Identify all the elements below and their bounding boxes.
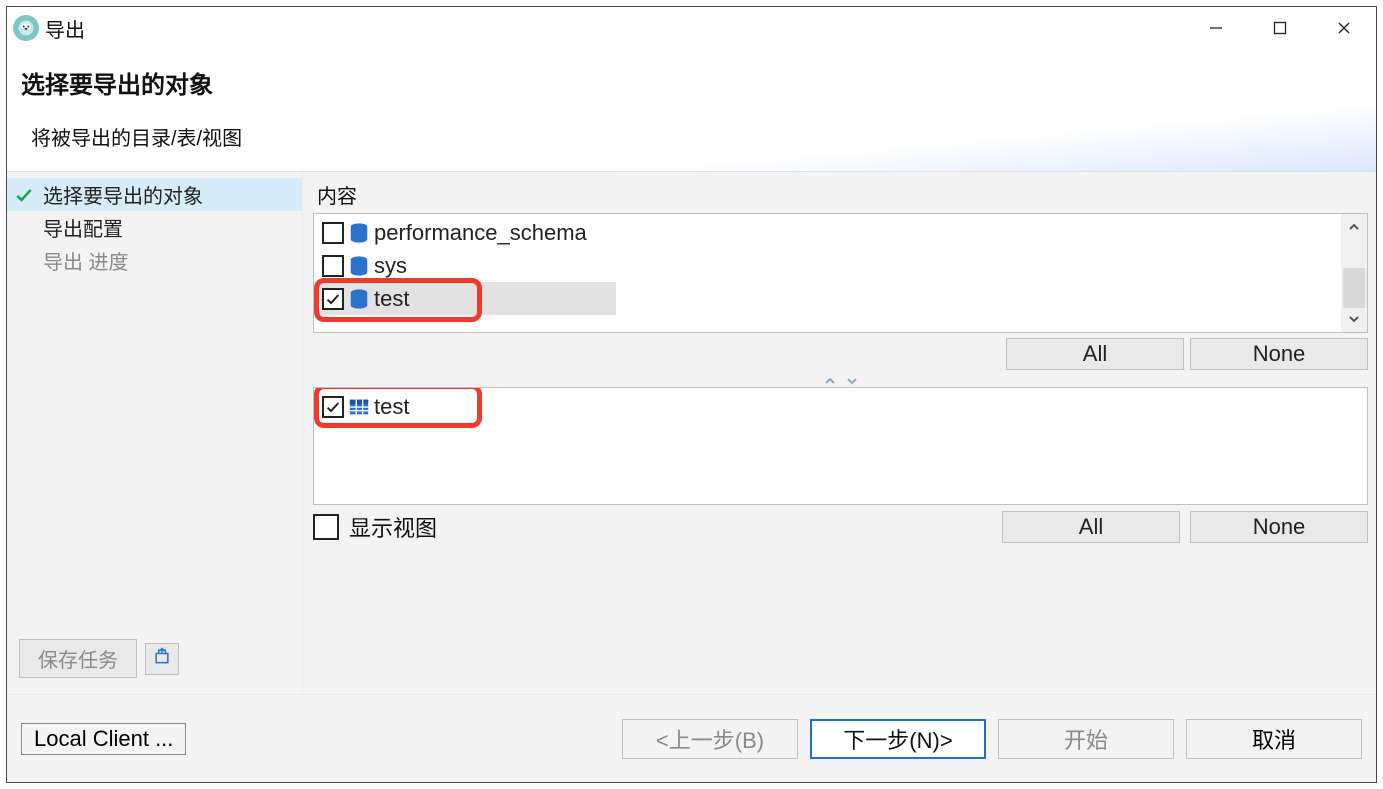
db-row-test[interactable]: test [316, 282, 616, 315]
db-name: sys [374, 253, 407, 279]
window-controls [1184, 7, 1376, 49]
database-icon [348, 288, 370, 310]
show-views-label: 显示视图 [349, 511, 437, 543]
checkmark-icon [11, 185, 37, 205]
step-select-objects[interactable]: 选择要导出的对象 [7, 178, 302, 211]
scrollbar[interactable] [1341, 214, 1367, 332]
step-label: 导出配置 [43, 213, 123, 242]
content-label: 内容 [317, 180, 1368, 209]
maximize-button[interactable] [1248, 7, 1312, 49]
table-row-test[interactable]: test [316, 390, 1341, 423]
local-client-button[interactable]: Local Client ... [21, 723, 186, 755]
scroll-up-icon[interactable] [1341, 214, 1367, 240]
wizard-subtitle: 将被导出的目录/表/视图 [31, 122, 1362, 151]
db-name: performance_schema [374, 220, 587, 246]
show-views-checkbox[interactable] [313, 514, 339, 540]
db-select-all-button[interactable]: All [1006, 338, 1184, 370]
scroll-down-icon[interactable] [1341, 306, 1367, 332]
table-select-all-button[interactable]: All [1002, 511, 1180, 543]
step-label: 导出 进度 [43, 246, 129, 275]
step-label: 选择要导出的对象 [43, 180, 203, 209]
table-name: test [374, 394, 409, 420]
cancel-button[interactable]: 取消 [1186, 719, 1362, 759]
wizard-sidebar: 选择要导出的对象 导出配置 导出 进度 保存任务 [7, 172, 303, 694]
app-icon [13, 15, 39, 41]
wizard-header: 选择要导出的对象 将被导出的目录/表/视图 [7, 49, 1376, 171]
step-export-progress: 导出 进度 [7, 244, 302, 277]
titlebar: 导出 [7, 7, 1376, 49]
show-views-row: 显示视图 All None [313, 505, 1368, 549]
database-icon [348, 255, 370, 277]
minimize-button[interactable] [1184, 7, 1248, 49]
db-name: test [374, 286, 409, 312]
table-select-none-button[interactable]: None [1190, 511, 1368, 543]
checkbox[interactable] [322, 396, 344, 418]
db-row-sys[interactable]: sys [316, 249, 1341, 282]
sidebar-footer: 保存任务 [19, 639, 179, 678]
wizard-title: 选择要导出的对象 [21, 65, 1362, 100]
back-button[interactable]: <上一步(B) [622, 719, 798, 759]
next-button[interactable]: 下一步(N)> [810, 719, 986, 759]
db-select-none-button[interactable]: None [1190, 338, 1368, 370]
checkbox[interactable] [322, 255, 344, 277]
database-list: performance_schema sys [313, 213, 1368, 333]
splitter-handle[interactable] [313, 375, 1368, 387]
save-task-button[interactable]: 保存任务 [19, 639, 137, 678]
wizard-body: 选择要导出的对象 导出配置 导出 进度 保存任务 内容 [7, 171, 1376, 694]
export-dialog-window: 导出 选择要导出的对象 将被导出的目录/表/视图 选择要导出的对象 [6, 6, 1377, 783]
db-allnone-row: All None [313, 333, 1368, 375]
table-list: test [313, 387, 1368, 505]
db-row-performance-schema[interactable]: performance_schema [316, 216, 1341, 249]
start-button[interactable]: 开始 [998, 719, 1174, 759]
window-title: 导出 [45, 14, 85, 43]
save-task-as-button[interactable] [145, 643, 179, 675]
step-export-config[interactable]: 导出配置 [7, 211, 302, 244]
scroll-track[interactable] [1341, 240, 1367, 306]
close-button[interactable] [1312, 7, 1376, 49]
wizard-bottom-bar: Local Client ... <上一步(B) 下一步(N)> 开始 取消 [7, 694, 1376, 782]
database-icon [348, 222, 370, 244]
checkbox[interactable] [322, 222, 344, 244]
wizard-main: 内容 performance_schema [303, 172, 1376, 694]
scroll-thumb[interactable] [1343, 268, 1365, 308]
table-icon [348, 396, 370, 418]
checkbox[interactable] [322, 288, 344, 310]
